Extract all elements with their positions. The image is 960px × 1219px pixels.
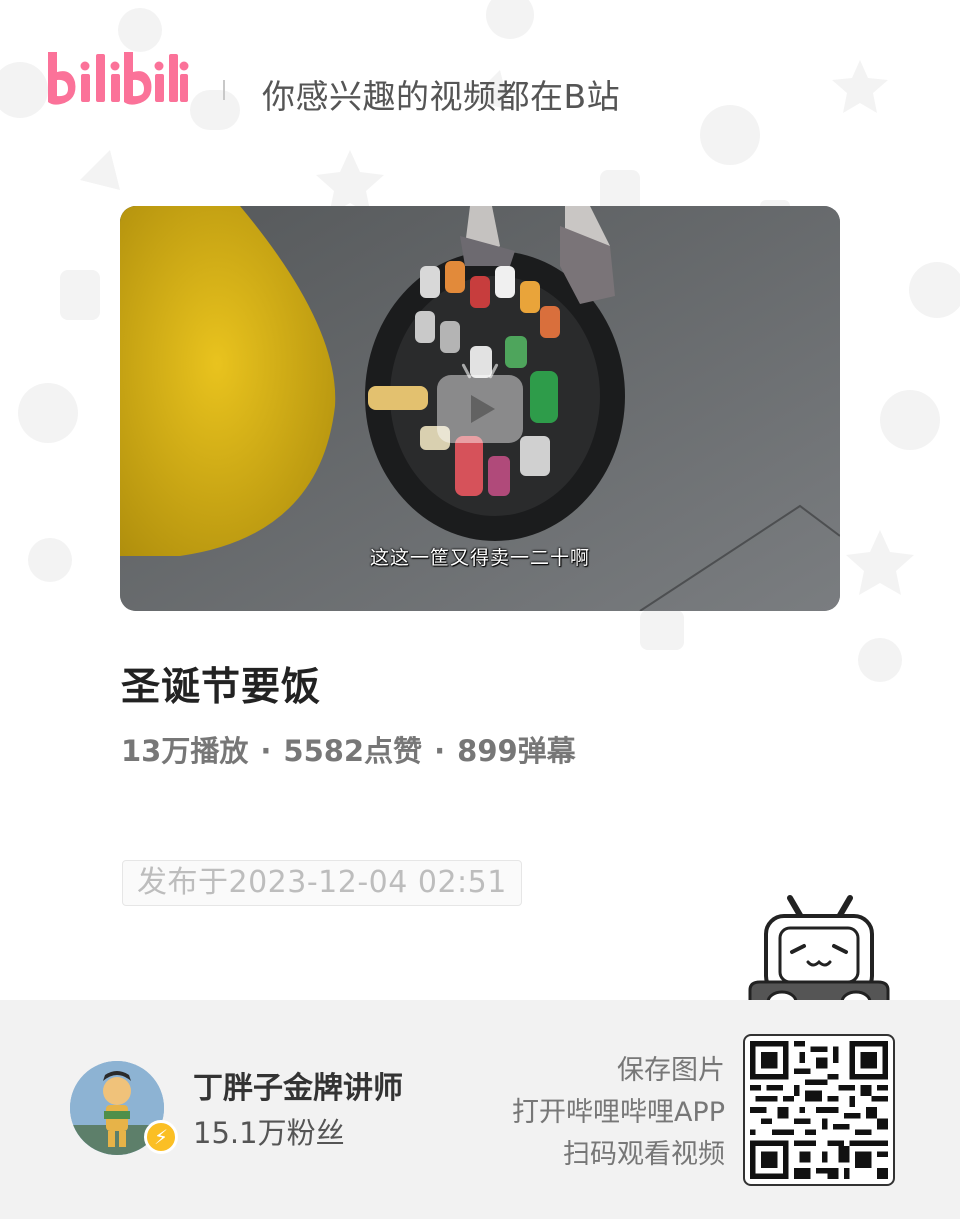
qr-code[interactable]: [743, 1034, 895, 1186]
play-button[interactable]: [437, 363, 523, 443]
qr-code-image: [750, 1041, 888, 1179]
bilibili-logo: [48, 52, 189, 105]
video-stats: 13万播放 · 5582点赞 · 899弹幕: [121, 728, 576, 770]
lightning-icon: ⚡: [144, 1120, 178, 1154]
header-divider: [223, 80, 225, 100]
video-thumbnail[interactable]: 这这一筐又得卖一二十啊: [120, 206, 840, 611]
footer: ⚡ 丁胖子金牌讲师 15.1万粉丝 保存图片 打开哔哩哔哩APP 扫码观看视频: [0, 1000, 960, 1219]
video-subtitle: 这这一筐又得卖一二十啊: [369, 547, 590, 569]
stats-separator: ·: [434, 734, 446, 768]
uploader-name[interactable]: 丁胖子金牌讲师: [193, 1063, 403, 1107]
uploader-fans: 15.1万粉丝: [193, 1116, 345, 1150]
header-slogan: 你感兴趣的视频都在B站: [262, 77, 621, 116]
cta-line-save: 保存图片: [617, 1055, 725, 1086]
publish-date: 发布于2023-12-04 02:51: [122, 860, 522, 906]
like-count: 5582点赞: [283, 734, 423, 768]
play-count: 13万播放: [121, 734, 249, 768]
cta-line-open-app: 打开哔哩哔哩APP: [511, 1097, 725, 1128]
play-icon: [471, 395, 495, 423]
header: 你感兴趣的视频都在B站: [0, 0, 960, 180]
cta-text: 保存图片 打开哔哩哔哩APP 扫码观看视频: [512, 1050, 725, 1176]
danmaku-count: 899弹幕: [457, 734, 576, 768]
tv-mascot-icon: [748, 895, 890, 1014]
cta-line-scan: 扫码观看视频: [563, 1139, 725, 1170]
video-title: 圣诞节要饭: [121, 665, 322, 710]
stats-separator: ·: [260, 734, 272, 768]
